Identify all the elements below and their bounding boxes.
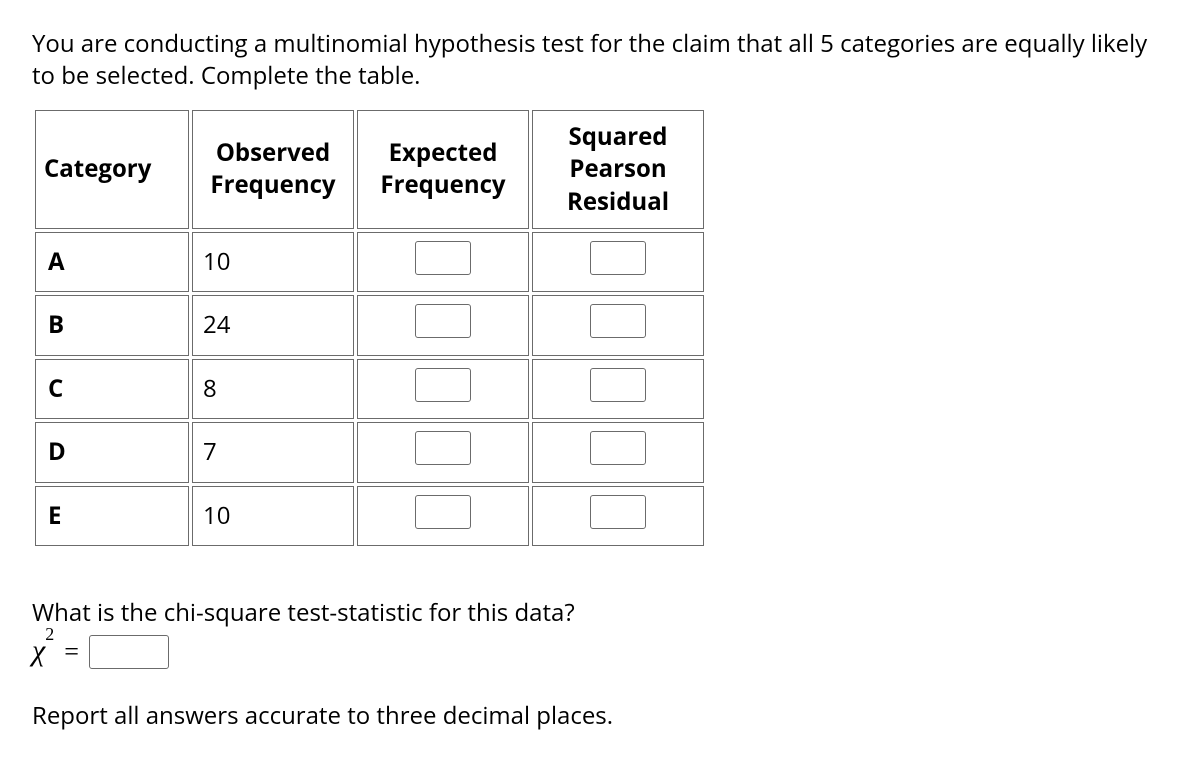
table-row: A 10: [35, 232, 704, 292]
cell-observed: 10: [192, 232, 354, 292]
intro-text: You are conducting a multinomial hypothe…: [32, 28, 1168, 93]
expected-input[interactable]: [415, 241, 471, 275]
residual-input[interactable]: [590, 431, 646, 465]
table-row: D 7: [35, 422, 704, 482]
equals-sign: =: [64, 634, 79, 669]
cell-observed: 8: [192, 359, 354, 419]
cell-observed: 7: [192, 422, 354, 482]
header-squared: Squared Pearson Residual: [532, 110, 704, 229]
chi-symbol: χ2: [32, 631, 54, 672]
table-row: C 8: [35, 359, 704, 419]
cell-observed: 10: [192, 486, 354, 546]
cell-observed: 24: [192, 295, 354, 355]
chi-square-equation: χ2 =: [32, 631, 1168, 672]
table-row: B 24: [35, 295, 704, 355]
cell-category: E: [35, 486, 189, 546]
cell-category: A: [35, 232, 189, 292]
residual-input[interactable]: [590, 368, 646, 402]
cell-category: C: [35, 359, 189, 419]
header-expected: Expected Frequency: [357, 110, 529, 229]
expected-input[interactable]: [415, 431, 471, 465]
expected-input[interactable]: [415, 304, 471, 338]
chi-square-input[interactable]: [89, 635, 169, 669]
residual-input[interactable]: [590, 304, 646, 338]
residual-input[interactable]: [590, 241, 646, 275]
expected-input[interactable]: [415, 495, 471, 529]
header-category: Category: [35, 110, 189, 229]
cell-category: B: [35, 295, 189, 355]
residual-input[interactable]: [590, 495, 646, 529]
precision-note: Report all answers accurate to three dec…: [32, 700, 1168, 732]
expected-input[interactable]: [415, 368, 471, 402]
chi-square-question: What is the chi-square test-statistic fo…: [32, 597, 1168, 629]
header-observed: Observed Frequency: [192, 110, 354, 229]
table-row: E 10: [35, 486, 704, 546]
cell-category: D: [35, 422, 189, 482]
frequency-table: Category Observed Frequency Expected Fre…: [32, 107, 707, 549]
